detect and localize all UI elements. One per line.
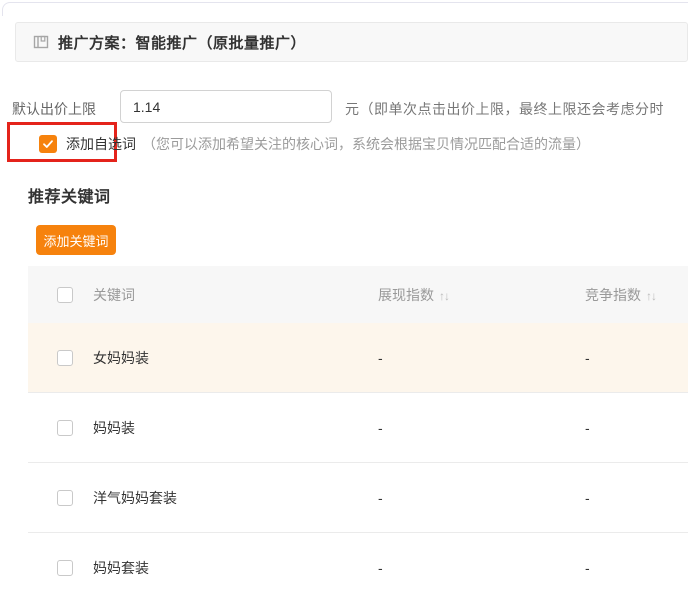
check-icon: [42, 138, 54, 150]
row-checkbox[interactable]: [57, 420, 73, 436]
competition-cell: -: [585, 350, 590, 366]
smart-promotion-panel: 推广方案：智能推广（原批量推广） 默认出价上限 元（即单次点击出价上限，最终上限…: [0, 0, 695, 603]
default-bid-input[interactable]: [120, 90, 332, 123]
impression-cell: -: [378, 560, 383, 576]
column-header-competition: 竞争指数 ↑↓: [585, 285, 656, 305]
default-bid-label: 默认出价上限: [12, 99, 96, 119]
recommended-keywords-title: 推荐关键词: [28, 183, 111, 207]
default-bid-hint: 元（即单次点击出价上限，最终上限还会考虑分时: [345, 99, 664, 119]
add-keywords-button[interactable]: 添加关键词: [36, 225, 116, 255]
custom-words-checkbox[interactable]: [39, 135, 57, 153]
keyword-cell: 妈妈装: [93, 418, 135, 438]
impression-cell: -: [378, 490, 383, 506]
select-all-checkbox[interactable]: [57, 287, 73, 303]
impression-cell: -: [378, 420, 383, 436]
table-header-row: 关键词 展现指数 ↑↓ 竞争指数 ↑↓: [28, 266, 688, 323]
row-checkbox[interactable]: [57, 490, 73, 506]
panel-top-border: [2, 2, 688, 16]
plan-notebook-icon: [33, 34, 49, 50]
column-header-keyword: 关键词: [93, 285, 135, 305]
table-row: 女妈妈装 - -: [28, 323, 688, 393]
keyword-cell: 女妈妈装: [93, 348, 149, 368]
plan-title: 推广方案：智能推广（原批量推广）: [58, 32, 306, 53]
impression-cell: -: [378, 350, 383, 366]
table-row: 洋气妈妈套装 - -: [28, 463, 688, 533]
column-header-impression: 展现指数 ↑↓: [378, 285, 449, 305]
keyword-cell: 洋气妈妈套装: [93, 488, 177, 508]
sort-impression-icon[interactable]: ↑↓: [439, 289, 449, 303]
impression-label: 展现指数: [378, 287, 434, 303]
competition-label: 竞争指数: [585, 287, 641, 303]
sort-competition-icon[interactable]: ↑↓: [646, 289, 656, 303]
competition-cell: -: [585, 560, 590, 576]
custom-words-row: 添加自选词 （您可以添加希望关注的核心词，系统会根据宝贝情况匹配合适的流量）: [39, 135, 590, 153]
table-row: 妈妈套装 - -: [28, 533, 688, 603]
row-checkbox[interactable]: [57, 560, 73, 576]
plan-header-bar: 推广方案：智能推广（原批量推广）: [15, 22, 688, 62]
row-checkbox[interactable]: [57, 350, 73, 366]
competition-cell: -: [585, 420, 590, 436]
keywords-table: 关键词 展现指数 ↑↓ 竞争指数 ↑↓ 女妈妈装 - - 妈妈装 - - 洋气妈妈套…: [28, 266, 688, 603]
custom-words-hint: （您可以添加希望关注的核心词，系统会根据宝贝情况匹配合适的流量）: [142, 134, 590, 154]
competition-cell: -: [585, 490, 590, 506]
keyword-cell: 妈妈套装: [93, 558, 149, 578]
table-row: 妈妈装 - -: [28, 393, 688, 463]
custom-words-label: 添加自选词: [66, 134, 136, 154]
